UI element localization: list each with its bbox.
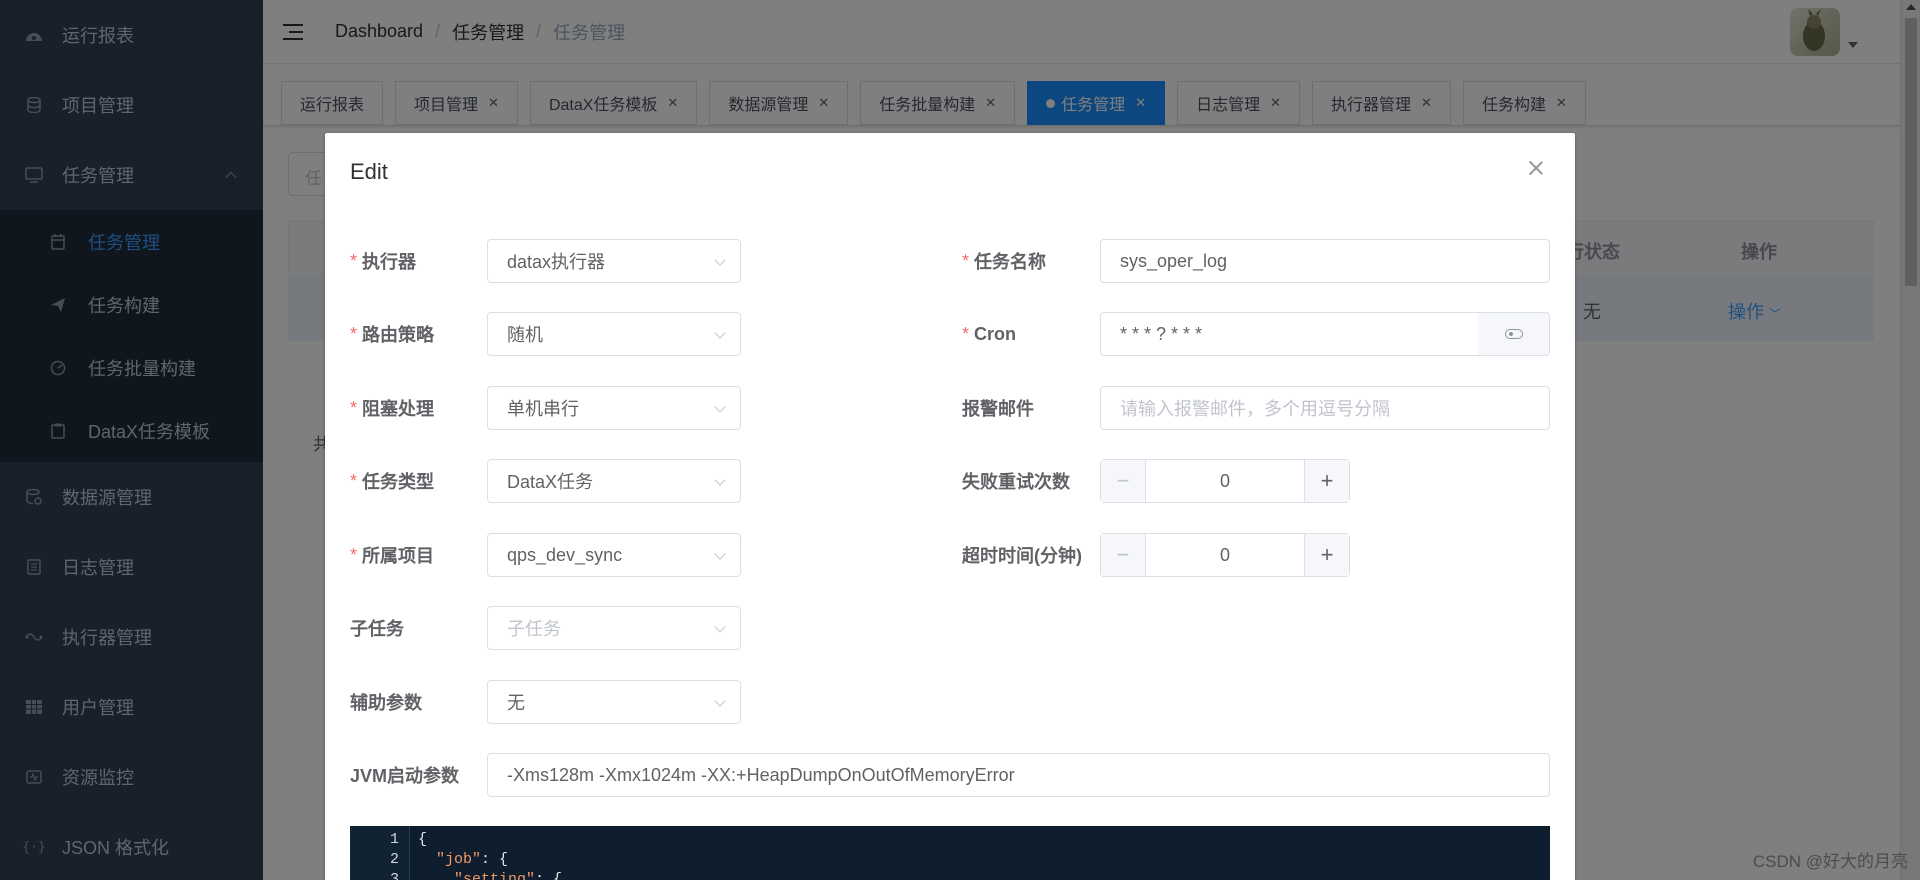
edit-dialog: Edit * 执行器 datax执行器 * 路由策略 随机 * 阻塞处理 单机串行 *… bbox=[325, 133, 1575, 880]
chevron-down-icon bbox=[714, 401, 726, 413]
chevron-down-icon bbox=[714, 548, 726, 560]
task-name-input[interactable]: sys_oper_log bbox=[1100, 239, 1550, 283]
minus-icon[interactable]: − bbox=[1101, 534, 1146, 576]
project-label: * 所属项目 bbox=[350, 544, 435, 567]
cron-input[interactable]: * * * ? * * * bbox=[1100, 312, 1479, 356]
cron-editor-button[interactable] bbox=[1478, 312, 1550, 356]
watermark: CSDN @好大的月亮 bbox=[1752, 852, 1908, 871]
jvm-input[interactable]: -Xms128m -Xmx1024m -XX:+HeapDumpOnOutOfM… bbox=[487, 753, 1550, 797]
aux-label: 辅助参数 bbox=[350, 693, 422, 713]
plus-icon[interactable]: + bbox=[1304, 460, 1349, 502]
alarm-email-input[interactable]: 请输入报警邮件，多个用逗号分隔 bbox=[1100, 386, 1550, 430]
block-select[interactable]: 单机串行 bbox=[487, 386, 741, 430]
line-numbers: 1 2 3 bbox=[350, 826, 410, 880]
timeout-stepper[interactable]: − 0 + bbox=[1100, 533, 1350, 577]
dialog-title: Edit bbox=[350, 159, 388, 184]
subtask-select[interactable]: 子任务 bbox=[487, 606, 741, 650]
alarm-email-label: 报警邮件 bbox=[962, 399, 1034, 419]
close-icon[interactable] bbox=[1527, 159, 1545, 177]
project-select[interactable]: qps_dev_sync bbox=[487, 533, 741, 577]
retry-stepper[interactable]: − 0 + bbox=[1100, 459, 1350, 503]
route-select[interactable]: 随机 bbox=[487, 312, 741, 356]
task-name-label: * 任务名称 bbox=[962, 250, 1047, 273]
chevron-down-icon bbox=[714, 474, 726, 486]
block-label: * 阻塞处理 bbox=[350, 397, 435, 420]
timeout-label: 超时时间(分钟) bbox=[962, 546, 1082, 566]
aux-select[interactable]: 无 bbox=[487, 680, 741, 724]
timeout-value[interactable]: 0 bbox=[1146, 534, 1304, 576]
chevron-down-icon bbox=[714, 327, 726, 339]
retry-value[interactable]: 0 bbox=[1146, 460, 1304, 502]
chevron-down-icon bbox=[714, 695, 726, 707]
retry-label: 失败重试次数 bbox=[962, 472, 1070, 492]
minus-icon[interactable]: − bbox=[1101, 460, 1146, 502]
cron-label: * Cron bbox=[962, 323, 1017, 344]
executor-select[interactable]: datax执行器 bbox=[487, 239, 741, 283]
executor-label: * 执行器 bbox=[350, 250, 417, 273]
json-code-editor[interactable]: 1 2 3 { "job": { "setting": { bbox=[350, 826, 1550, 880]
code-lines: { "job": { "setting": { bbox=[418, 831, 563, 880]
route-label: * 路由策略 bbox=[350, 323, 435, 346]
subtask-label: 子任务 bbox=[350, 619, 404, 639]
task-type-label: * 任务类型 bbox=[350, 470, 435, 493]
chevron-down-icon bbox=[714, 621, 726, 633]
task-type-select[interactable]: DataX任务 bbox=[487, 459, 741, 503]
jvm-label: JVM启动参数 bbox=[350, 766, 460, 786]
toggle-icon bbox=[1504, 329, 1523, 339]
chevron-down-icon bbox=[714, 254, 726, 266]
plus-icon[interactable]: + bbox=[1304, 534, 1349, 576]
